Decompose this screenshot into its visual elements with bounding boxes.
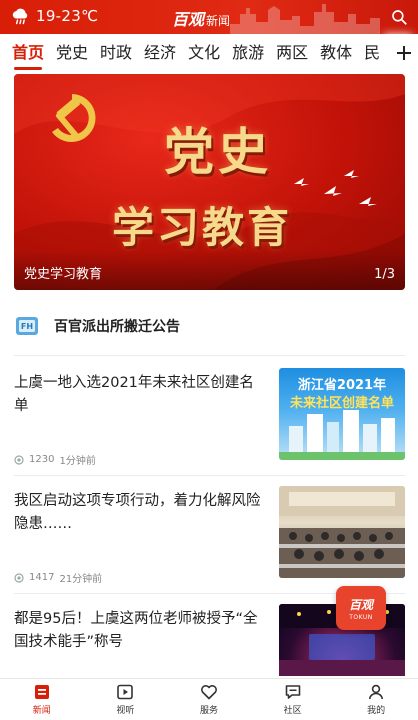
app-logo: 百观 新闻: [172, 6, 230, 30]
nav-label: 服务: [199, 706, 218, 716]
nav-label: 社区: [283, 706, 302, 716]
news-item[interactable]: 我区启动这项专项行动，着力化解风险隐患…… 1417 21分钟前: [14, 486, 405, 598]
hammer-sickle-icon: [52, 94, 96, 142]
nav-item-service[interactable]: 服务: [167, 679, 251, 720]
divider: [14, 355, 405, 356]
badge-sub: TOKUN: [349, 613, 373, 621]
news-thumbnail: 浙江省2021年 未来社区创建名单: [279, 368, 405, 460]
notice-icon: FH: [16, 317, 38, 335]
buildings-illustration: [279, 410, 405, 460]
tab-item[interactable]: 两区: [270, 34, 314, 72]
nav-label: 新闻: [32, 706, 51, 716]
tab-list: 首页 党史 时政 经济 文化 旅游 两区 教体民: [0, 34, 390, 72]
thumbnail-caption-line1: 浙江省2021年: [297, 378, 387, 393]
news-thumbnail: [279, 486, 405, 578]
floating-app-badge[interactable]: 百观 TOKUN: [336, 586, 386, 630]
weather-widget[interactable]: 19-23℃: [10, 6, 98, 26]
tab-item[interactable]: 民: [358, 34, 386, 72]
nav-label: 视听: [116, 706, 135, 716]
cloud-rain-icon: [12, 8, 28, 25]
tab-item[interactable]: 文化: [182, 34, 226, 72]
publish-time: 21分钟前: [59, 574, 103, 585]
tab-item[interactable]: 首页: [6, 34, 50, 72]
notice-row[interactable]: FH 百官派出所搬迁公告: [14, 306, 405, 346]
add-channel-button[interactable]: [390, 34, 418, 72]
banner-title-line1: 党史: [164, 122, 272, 181]
view-count-icon: [14, 572, 24, 583]
news-meta: 1417 21分钟前: [14, 570, 102, 585]
search-icon: [392, 10, 407, 25]
chat-icon: [285, 685, 300, 699]
tab-item[interactable]: 教体: [314, 34, 358, 72]
nav-label: 我的: [367, 706, 386, 716]
news-title: 上虞一地入选2021年未来社区创建名单: [14, 375, 254, 414]
nav-item-video[interactable]: 视听: [84, 679, 168, 720]
divider: [14, 475, 405, 476]
temperature-text: 19-23℃: [36, 7, 99, 25]
view-count: 1417: [29, 572, 55, 583]
plus-icon: [397, 46, 411, 60]
view-count: 1230: [29, 454, 55, 465]
category-tabs: 首页 党史 时政 经济 文化 旅游 两区 教体民: [0, 34, 418, 72]
publish-time: 1分钟前: [59, 456, 96, 467]
tab-item[interactable]: 党史: [50, 34, 94, 72]
doves-decoration: [294, 170, 377, 206]
brand-sub: 新闻: [206, 14, 231, 28]
tab-item[interactable]: 经济: [138, 34, 182, 72]
news-title: 我区启动这项专项行动，着力化解风险隐患……: [14, 493, 261, 532]
nav-item-news[interactable]: 新闻: [0, 679, 84, 720]
brand-name: 百观: [172, 10, 205, 29]
nav-item-profile[interactable]: 我的: [334, 679, 418, 720]
news-title: 都是95后！上虞这两位老师被授予“全国技术能手”称号: [14, 611, 258, 650]
top-header: 19-23℃ 百观 新闻: [0, 0, 418, 34]
svg-text:FH: FH: [21, 322, 33, 331]
meeting-photo-illustration: [279, 486, 405, 578]
tab-item[interactable]: 旅游: [226, 34, 270, 72]
city-skyline-decoration: [230, 4, 380, 34]
news-icon: [34, 685, 49, 699]
tab-item[interactable]: 时政: [94, 34, 138, 72]
banner-caption: 党史学习教育: [24, 267, 103, 282]
banner-carousel[interactable]: 党史 学习教育 党史学习教育 1/3: [14, 74, 405, 290]
view-count-icon: [14, 454, 24, 465]
user-icon: [369, 684, 384, 700]
badge-label: 百观: [348, 597, 373, 612]
news-item[interactable]: 上虞一地入选2021年未来社区创建名单 1230 1分钟前 浙江省2021年 未…: [14, 368, 405, 480]
banner-title-line2: 学习教育: [112, 203, 293, 252]
news-meta: 1230 1分钟前: [14, 452, 96, 467]
notice-title: 百官派出所搬迁公告: [54, 319, 180, 335]
service-icon: [201, 685, 217, 700]
video-icon: [117, 684, 134, 700]
search-button[interactable]: [390, 8, 408, 30]
bottom-navigation: 新闻 视听 服务 社区 我的: [0, 678, 418, 720]
banner-pager: 1/3: [374, 267, 395, 282]
nav-item-community[interactable]: 社区: [251, 679, 335, 720]
